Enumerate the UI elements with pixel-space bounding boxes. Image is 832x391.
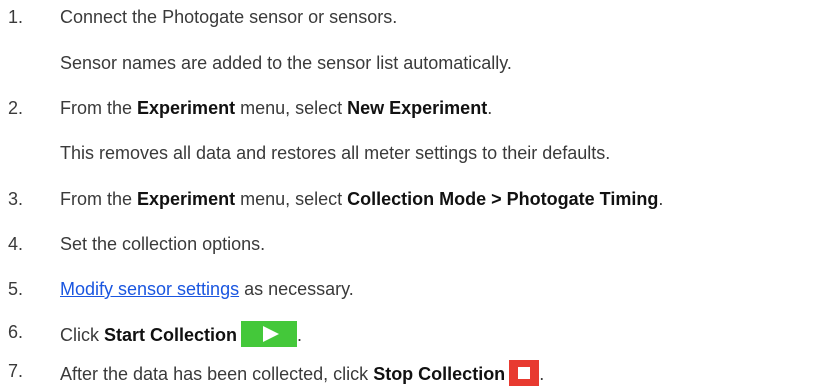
- start-collection-label: Start Collection: [104, 325, 238, 345]
- instructions-page: 1. Connect the Photogate sensor or senso…: [0, 0, 832, 389]
- step-number: 4.: [8, 234, 24, 254]
- step-text: Connect the Photogate sensor or sensors.: [60, 7, 398, 27]
- text-run: as necessary.: [239, 279, 354, 299]
- modify-sensor-settings-link[interactable]: Modify sensor settings: [60, 279, 239, 299]
- text-run: After the data has been collected, click: [60, 364, 374, 384]
- step-number: 6.: [8, 322, 24, 342]
- text-run: menu, select: [235, 98, 348, 118]
- text-run: Click: [60, 325, 104, 345]
- step-number: 2.: [8, 98, 24, 118]
- text-run: .: [539, 364, 545, 384]
- step-number: 3.: [8, 189, 24, 209]
- step-text: Click Start Collection.: [60, 321, 302, 352]
- stop-icon: [509, 360, 540, 391]
- text-run: From the: [60, 98, 138, 118]
- step-number: 1.: [8, 7, 24, 27]
- step-note: This removes all data and restores all m…: [60, 143, 611, 163]
- menu-item-new-experiment: New Experiment: [347, 98, 488, 118]
- step-text: Modify sensor settings as necessary.: [60, 278, 354, 300]
- text-run: .: [487, 98, 493, 118]
- play-icon: [241, 321, 298, 352]
- text-run: .: [297, 325, 303, 345]
- step-number: 7.: [8, 361, 24, 381]
- step-number: 5.: [8, 279, 24, 299]
- stop-collection-label: Stop Collection: [373, 364, 506, 384]
- step-text: After the data has been collected, click…: [60, 360, 544, 391]
- text-run: From the: [60, 189, 138, 209]
- text-run: .: [658, 189, 664, 209]
- menu-name-experiment: Experiment: [137, 98, 236, 118]
- menu-item-collection-mode: Collection Mode > Photogate Timing: [347, 189, 659, 209]
- step-text: Set the collection options.: [60, 234, 266, 254]
- step-text: From the Experiment menu, select Collect…: [60, 188, 663, 210]
- text-run: menu, select: [235, 189, 348, 209]
- menu-name-experiment: Experiment: [137, 189, 236, 209]
- step-note: Sensor names are added to the sensor lis…: [60, 53, 512, 73]
- step-text: From the Experiment menu, select New Exp…: [60, 97, 492, 119]
